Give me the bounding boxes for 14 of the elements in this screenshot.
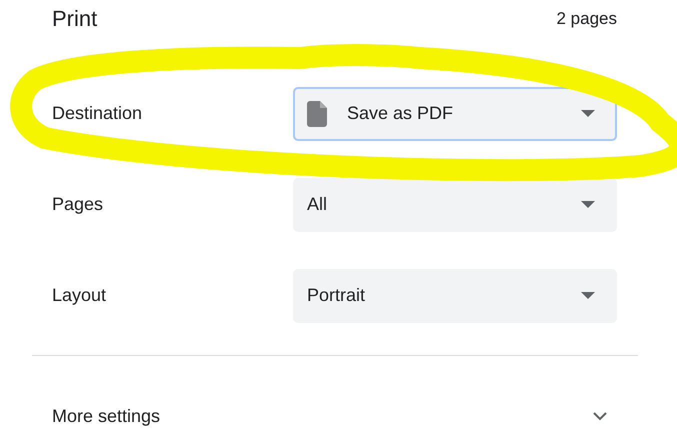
document-icon [307,100,327,126]
caret-icon [581,292,595,299]
page-count: 2 pages [556,9,617,29]
dropdown[interactable]: All [293,178,617,232]
dropdown[interactable]: Portrait [293,268,617,322]
more-settings-toggle[interactable]: More settings [52,396,617,432]
setting-label: Destination [52,103,144,124]
caret-icon [581,110,595,117]
dropdown[interactable]: Save as PDF [293,86,617,140]
caret-icon [581,201,595,208]
setting-label: Layout [52,285,108,306]
setting-label: Pages [52,194,104,215]
dialog-title: Print [52,6,98,32]
chevron-icon [593,412,607,420]
